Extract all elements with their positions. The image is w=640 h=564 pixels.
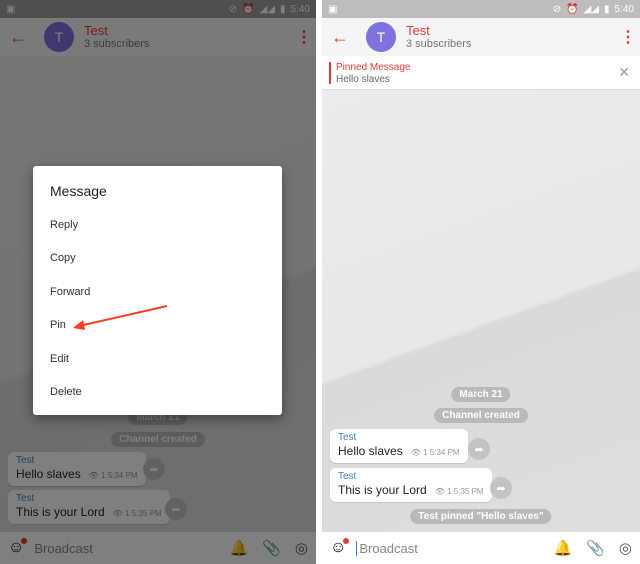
message-input[interactable]: Broadcast [356,540,539,556]
input-bar: ☺ Broadcast 🔔 📎 ◎ [322,531,640,564]
menu-item-delete[interactable]: Delete [33,376,282,410]
left-screen: ▣⊘⏰◢◢▮5:40 ← T Test3 subscribers ⋮ March… [0,0,316,564]
menu-item-copy[interactable]: Copy [33,242,282,276]
close-icon[interactable]: ✕ [618,64,630,81]
no-sim-icon: ⊘ [552,3,562,15]
sticker-icon[interactable]: ☺ [330,538,350,557]
annotation-arrow-icon [73,305,168,330]
share-icon[interactable]: ➦ [468,438,490,460]
signal-icon: ◢◢ [583,3,600,15]
dialog-title: Message [50,183,107,199]
pinned-preview: Hello slaves [336,74,390,85]
gallery-icon: ▣ [328,3,338,15]
message-time: 5:34 PM [429,448,460,457]
chat-subtitle: 3 subscribers [406,37,472,50]
right-screen: ▣ ⊘ ⏰ ◢◢ ▮ 5:40 ← T Test 3 subscribers ⋮ March… [322,0,640,564]
share-icon[interactable]: ➦ [490,477,512,499]
message-bubble[interactable]: TestThis is your Lord👁 1 5:35 PM [330,468,492,502]
service-message: Channel created [434,408,528,423]
battery-icon: ▮ [604,3,610,15]
status-bar: ▣ ⊘ ⏰ ◢◢ ▮ 5:40 [322,0,640,18]
clock: 5:40 [614,3,634,15]
chat-title[interactable]: Test [406,23,616,38]
back-arrow-icon[interactable]: ← [322,27,358,48]
message-dialog: Message Reply Copy Forward Pin Edit Dele… [33,166,282,415]
message-text: This is your Lord [338,483,427,497]
view-count: 1 [423,448,428,457]
message-text: Hello slaves [338,444,403,458]
service-message: Test pinned "Hello slaves" [410,509,552,524]
sender-name: Test [338,432,357,443]
app-bar: ← T Test3 subscribers ⋮ [322,18,640,56]
message-bubble[interactable]: TestHello slaves👁 1 5:34 PM [330,429,468,463]
menu-item-edit[interactable]: Edit [33,342,282,376]
more-menu-icon[interactable]: ⋮ [616,27,640,47]
message-time: 5:35 PM [453,487,484,496]
date-pill: March 21 [451,387,511,402]
pinned-message-bar[interactable]: Pinned Message Hello slaves ✕ [322,56,640,90]
attach-icon[interactable]: 📎 [586,539,605,557]
menu-item-reply[interactable]: Reply [33,208,282,242]
alarm-icon: ⏰ [566,3,579,15]
view-count: 1 [447,487,452,496]
camera-icon[interactable]: ◎ [619,539,632,557]
bell-icon[interactable]: 🔔 [554,539,573,557]
chat-area: March 21 Channel created TestHello slave… [322,56,640,531]
pinned-title: Pinned Message [336,62,411,73]
sender-name: Test [338,471,357,482]
avatar[interactable]: T [366,22,396,52]
